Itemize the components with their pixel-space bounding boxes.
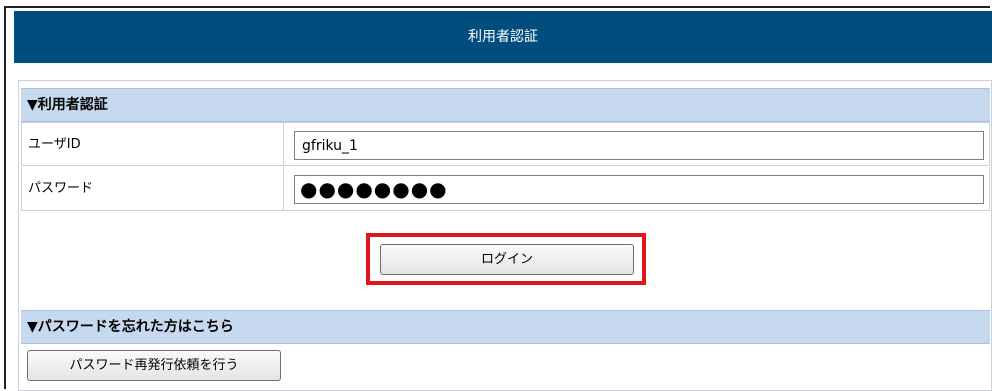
user-id-row: ユーザID — [21, 122, 990, 166]
auth-section-header: ▼利用者認証 — [21, 88, 990, 122]
forgot-section-header: ▼パスワードを忘れた方はこちら — [21, 310, 990, 344]
password-label: パスワード — [22, 167, 284, 210]
user-id-label: ユーザID — [22, 123, 284, 165]
user-id-input[interactable] — [294, 131, 984, 160]
reissue-password-button[interactable]: パスワード再発行依頼を行う — [27, 350, 281, 381]
page-title-bar: 利用者認証 — [14, 11, 992, 63]
password-row: パスワード ●●●●●●●● — [21, 167, 990, 211]
page-title: 利用者認証 — [468, 29, 538, 45]
forgot-section-title: ▼パスワードを忘れた方はこちら — [27, 319, 234, 335]
password-input[interactable]: ●●●●●●●● — [294, 175, 984, 204]
login-highlight-box: ログイン — [366, 233, 646, 285]
auth-section-title: ▼利用者認証 — [27, 97, 108, 113]
login-button[interactable]: ログイン — [380, 244, 634, 275]
